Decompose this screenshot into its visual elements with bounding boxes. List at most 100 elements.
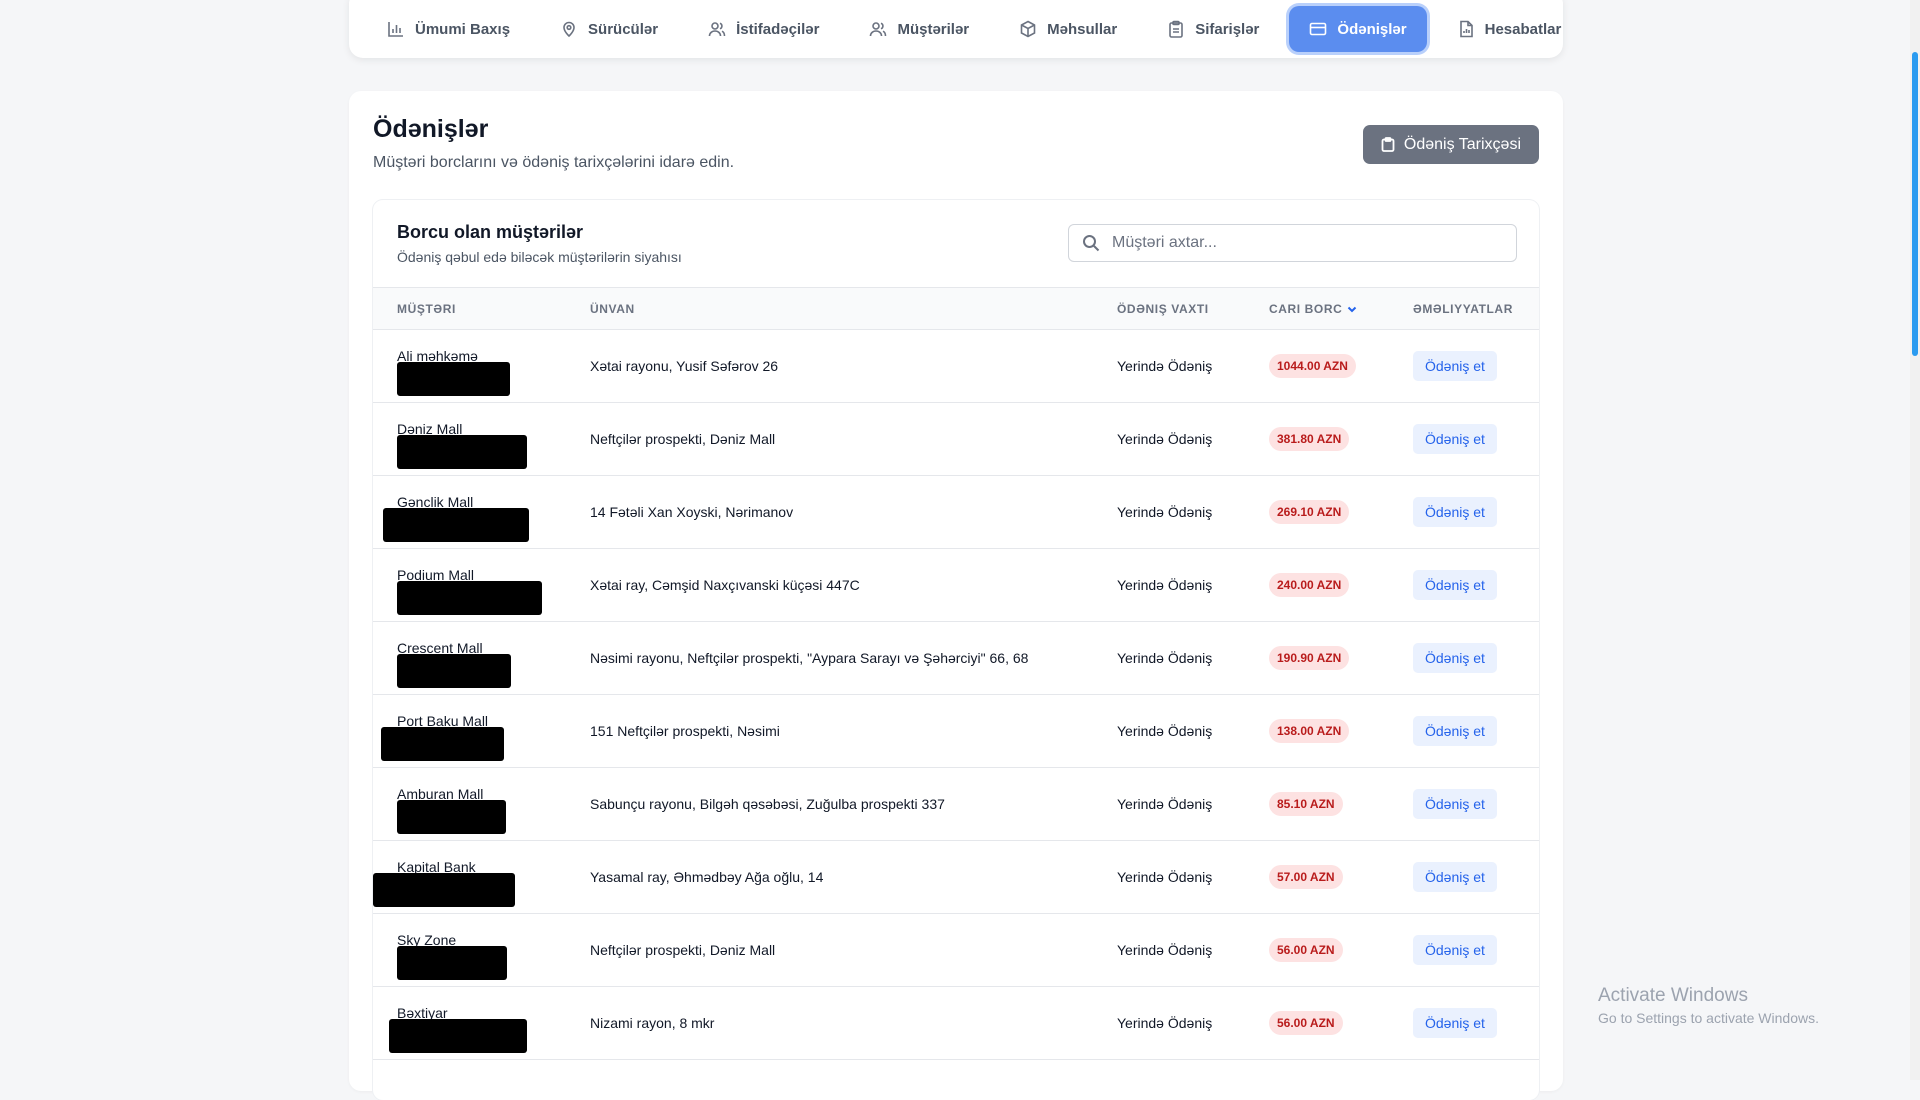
customer-address: Yasamal ray, Əhmədbəy Ağa oğlu, 14 xyxy=(590,869,824,885)
users-icon xyxy=(870,22,887,37)
customer-address: Neftçilər prospekti, Dəniz Mall xyxy=(590,431,776,447)
nav-item-payments[interactable]: Ödənişlər xyxy=(1289,6,1427,52)
nav-item-reports[interactable]: Hesabatlar xyxy=(1437,6,1582,52)
column-header-actions: ƏMƏLIYYATLAR xyxy=(1413,301,1513,316)
nav-item-label: İstifadəçilər xyxy=(736,20,820,38)
nav-item-label: Müştərilər xyxy=(897,20,970,38)
customer-address: Xətai ray, Cəmşid Naxçıvanski küçəsi 447… xyxy=(590,577,860,593)
customer-address: Nəsimi rayonu, Neftçilər prospekti, "Ayp… xyxy=(590,650,1029,666)
debt-badge: 56.00 AZN xyxy=(1269,938,1343,962)
customer-address: 151 Neftçilər prospekti, Nəsimi xyxy=(590,723,780,739)
redacted-block xyxy=(397,581,542,615)
action-cell: Ödəniş et xyxy=(1389,549,1539,622)
debt-cell: 381.80 AZN xyxy=(1245,403,1389,476)
nav-item-label: Sürücülər xyxy=(588,20,659,38)
pay-button[interactable]: Ödəniş et xyxy=(1413,643,1497,673)
page-title: Ödənişlər xyxy=(373,115,489,143)
redacted-block xyxy=(381,727,504,761)
redacted-block xyxy=(397,654,511,688)
nav-item-orders[interactable]: Sifarişlər xyxy=(1147,6,1279,52)
table-row: Crescent Mall Nəsimi rayonu, Neftçilər pr… xyxy=(373,622,1539,695)
table-body: Ali məhkəmə Xətai rayonu, Yusif Səfərov 2… xyxy=(373,330,1539,1060)
debt-badge: 56.00 AZN xyxy=(1269,1011,1343,1035)
nav-item-label: Ödənişlər xyxy=(1337,20,1407,38)
debt-cell: 138.00 AZN xyxy=(1245,695,1389,768)
debt-badge: 138.00 AZN xyxy=(1269,719,1350,743)
table-row: Sky Zone Neftçilər prospekti, Dəniz Mall Y… xyxy=(373,914,1539,987)
nav-item-label: Məhsullar xyxy=(1047,20,1118,38)
redacted-block xyxy=(397,362,510,396)
file-chart-icon xyxy=(1459,20,1473,38)
debt-cell: 190.90 AZN xyxy=(1245,622,1389,695)
scrollbar-thumb[interactable] xyxy=(1912,52,1918,356)
pay-button[interactable]: Ödəniş et xyxy=(1413,716,1497,746)
customer-cell: Port Baku Mall xyxy=(373,695,566,768)
payment-time: Yerində Ödəniş xyxy=(1117,942,1213,958)
debt-cell: 1044.00 AZN xyxy=(1245,330,1389,403)
pay-button[interactable]: Ödəniş et xyxy=(1413,1008,1497,1038)
debt-badge: 269.10 AZN xyxy=(1269,500,1350,524)
nav-item-products[interactable]: Məhsullar xyxy=(999,6,1137,52)
pay-button[interactable]: Ödəniş et xyxy=(1413,935,1497,965)
users-icon xyxy=(708,22,726,37)
payment-history-button[interactable]: Ödəniş Tarixçəsi xyxy=(1362,125,1539,164)
payment-time: Yerində Ödəniş xyxy=(1117,1015,1213,1031)
customer-address: Neftçilər prospekti, Dəniz Mall xyxy=(590,942,776,958)
customer-cell: Ali məhkəmə xyxy=(373,330,566,403)
pay-button[interactable]: Ödəniş et xyxy=(1413,789,1497,819)
pay-button[interactable]: Ödəniş et xyxy=(1413,351,1497,381)
debt-cell: 85.10 AZN xyxy=(1245,768,1389,841)
table-row: Gənclik Mall 14 Fətəli Xan Xoyski, Nərima… xyxy=(373,476,1539,549)
nav-item-customers[interactable]: Müştərilər xyxy=(849,6,989,52)
payment-time: Yerində Ödəniş xyxy=(1117,869,1213,885)
pay-button[interactable]: Ödəniş et xyxy=(1413,497,1497,527)
action-cell: Ödəniş et xyxy=(1389,841,1539,914)
activation-watermark: Activate Windows Go to Settings to activ… xyxy=(1598,985,1819,1026)
customer-cell: Sky Zone xyxy=(373,914,566,987)
watermark-subtitle: Go to Settings to activate Windows. xyxy=(1598,1010,1819,1026)
customer-search-input[interactable] xyxy=(1110,233,1510,253)
customer-search xyxy=(1068,224,1517,262)
table-row: Bəxtiyar Nizami rayon, 8 mkr Yerində Ödəni… xyxy=(373,987,1539,1060)
action-cell: Ödəniş et xyxy=(1389,476,1539,549)
nav-item-label: Sifarişlər xyxy=(1195,20,1260,38)
customer-address: Sabunçu rayonu, Bilgəh qəsəbəsi, Zuğulba… xyxy=(590,796,945,812)
map-pin-icon xyxy=(563,21,575,38)
redacted-block xyxy=(397,800,506,834)
table-row: Ali məhkəmə Xətai rayonu, Yusif Səfərov 2… xyxy=(373,330,1539,403)
pay-button[interactable]: Ödəniş et xyxy=(1413,424,1497,454)
customer-cell: Bəxtiyar xyxy=(373,987,566,1060)
table-row: Port Baku Mall 151 Neftçilər prospekti, N… xyxy=(373,695,1539,768)
nav-item-overview[interactable]: Ümumi Baxış xyxy=(367,6,530,52)
search-icon xyxy=(1083,235,1100,252)
action-cell: Ödəniş et xyxy=(1389,987,1539,1060)
action-cell: Ödəniş et xyxy=(1389,768,1539,841)
debt-badge: 1044.00 AZN xyxy=(1269,354,1356,378)
debt-cell: 240.00 AZN xyxy=(1245,549,1389,622)
payment-time: Yerində Ödəniş xyxy=(1117,796,1213,812)
column-header-current-debt[interactable]: CARI BORC xyxy=(1245,288,1389,330)
table-row: Kapital Bank Yasamal ray, Əhmədbəy Ağa oğ… xyxy=(373,841,1539,914)
action-cell: Ödəniş et xyxy=(1389,914,1539,987)
redacted-block xyxy=(383,508,529,542)
action-cell: Ödəniş et xyxy=(1389,695,1539,768)
customer-cell: Amburan Mall xyxy=(373,768,566,841)
pay-button[interactable]: Ödəniş et xyxy=(1413,862,1497,892)
debt-cell: 57.00 AZN xyxy=(1245,841,1389,914)
credit-card-icon xyxy=(1310,22,1327,36)
clipboard-icon xyxy=(1381,137,1395,152)
debt-cell: 269.10 AZN xyxy=(1245,476,1389,549)
action-cell: Ödəniş et xyxy=(1389,330,1539,403)
bar-chart-icon xyxy=(388,22,403,37)
action-cell: Ödəniş et xyxy=(1389,622,1539,695)
page-subtitle: Müştəri borclarını və ödəniş tarixçələri… xyxy=(373,154,735,171)
debt-badge: 240.00 AZN xyxy=(1269,573,1350,597)
customer-cell: Dəniz Mall xyxy=(373,403,566,476)
pay-button[interactable]: Ödəniş et xyxy=(1413,570,1497,600)
nav-item-drivers[interactable]: Sürücülər xyxy=(540,6,678,52)
redacted-block xyxy=(397,946,507,980)
box-icon xyxy=(1020,20,1036,38)
table-header-row: MÜŞTƏRI ÜNVAN ÖDƏNIŞ VAXTI CARI BORC ƏMƏ… xyxy=(373,287,1539,330)
nav-item-users[interactable]: İstifadəçilər xyxy=(688,6,839,52)
debtors-table: MÜŞTƏRI ÜNVAN ÖDƏNIŞ VAXTI CARI BORC ƏMƏ… xyxy=(373,287,1539,1060)
